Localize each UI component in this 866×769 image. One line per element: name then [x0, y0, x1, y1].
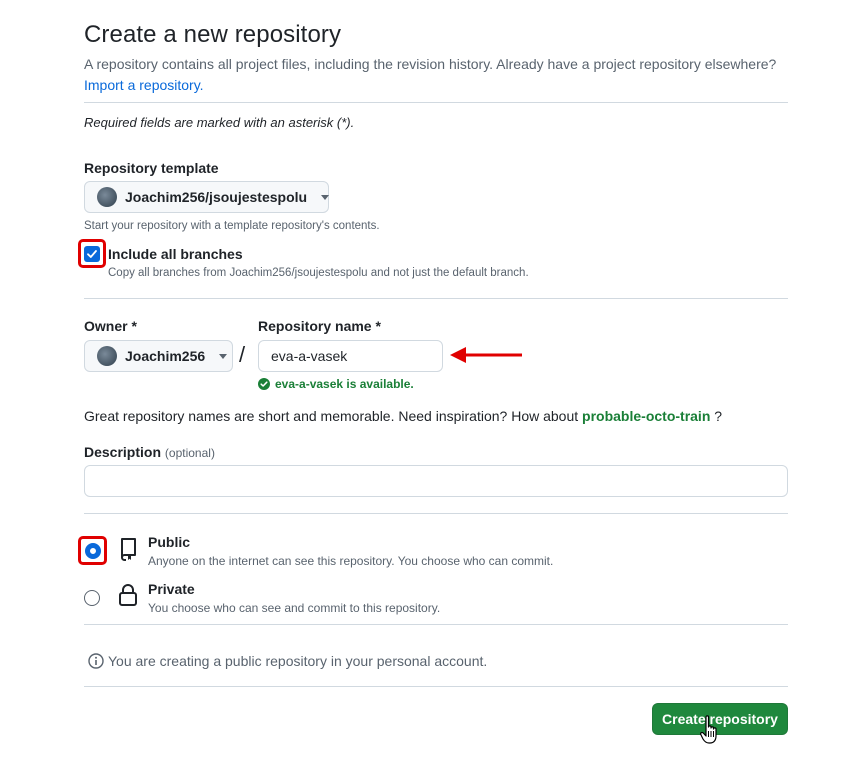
description-label: Description — [84, 444, 162, 460]
annotation-arrow-icon — [450, 347, 522, 363]
public-radio[interactable] — [84, 542, 101, 559]
divider — [84, 624, 788, 625]
intro-text: A repository contains all project files,… — [84, 56, 777, 72]
name-suggestion: Great repository names are short and mem… — [84, 408, 722, 424]
description-input[interactable] — [84, 465, 788, 497]
public-title[interactable]: Public — [148, 534, 190, 550]
private-radio[interactable] — [84, 590, 100, 606]
include-branches-help: Copy all branches from Joachim256/jsouje… — [108, 267, 529, 279]
owner-label: Owner * — [84, 318, 137, 334]
suggested-name-link[interactable]: probable-octo-train — [582, 408, 710, 424]
include-branches-label[interactable]: Include all branches — [108, 246, 243, 262]
owner-repo-separator: / — [239, 342, 246, 367]
chevron-down-icon — [321, 194, 330, 200]
check-icon — [87, 249, 97, 258]
public-desc: Anyone on the internet can see this repo… — [148, 554, 554, 568]
suggestion-text: Great repository names are short and mem… — [84, 408, 579, 424]
info-icon — [88, 653, 104, 669]
suggestion-suffix: ? — [714, 408, 723, 424]
annotation-highlight — [78, 239, 106, 268]
template-select[interactable]: Joachim256/jsoujestespolu — [84, 181, 330, 213]
owner-selected: Joachim256 — [125, 348, 206, 364]
annotation-highlight — [78, 536, 107, 565]
include-branches-checkbox[interactable] — [84, 245, 100, 262]
repo-name-input[interactable] — [258, 340, 443, 372]
availability-status: eva-a-vasek is available. — [258, 377, 414, 391]
info-note: You are creating a public repository in … — [88, 653, 487, 669]
check-circle-icon — [258, 378, 270, 390]
owner-select[interactable]: Joachim256 — [84, 340, 233, 372]
availability-text: eva-a-vasek is available. — [275, 377, 414, 391]
avatar — [97, 187, 117, 207]
repo-name-label: Repository name * — [258, 318, 381, 334]
template-label: Repository template — [84, 160, 219, 176]
template-help: Start your repository with a template re… — [84, 220, 380, 232]
info-note-text: You are creating a public repository in … — [108, 653, 488, 669]
template-selected: Joachim256/jsoujestespolu — [125, 189, 308, 205]
page-title: Create a new repository — [84, 21, 342, 48]
divider — [84, 102, 788, 103]
description-label-row: Description (optional) — [84, 444, 215, 460]
private-title[interactable]: Private — [148, 581, 195, 597]
hand-cursor-icon — [700, 715, 717, 744]
import-repository-link[interactable]: Import a repository. — [84, 77, 204, 93]
lock-icon — [119, 584, 137, 606]
avatar — [97, 346, 117, 366]
private-desc: You choose who can see and commit to thi… — [148, 601, 441, 615]
divider — [84, 686, 788, 687]
divider — [84, 513, 788, 514]
optional-hint: (optional) — [164, 446, 215, 460]
chevron-down-icon — [219, 353, 228, 359]
repo-icon — [121, 538, 136, 561]
required-fields-note: Required fields are marked with an aster… — [84, 115, 355, 130]
divider — [84, 298, 788, 299]
